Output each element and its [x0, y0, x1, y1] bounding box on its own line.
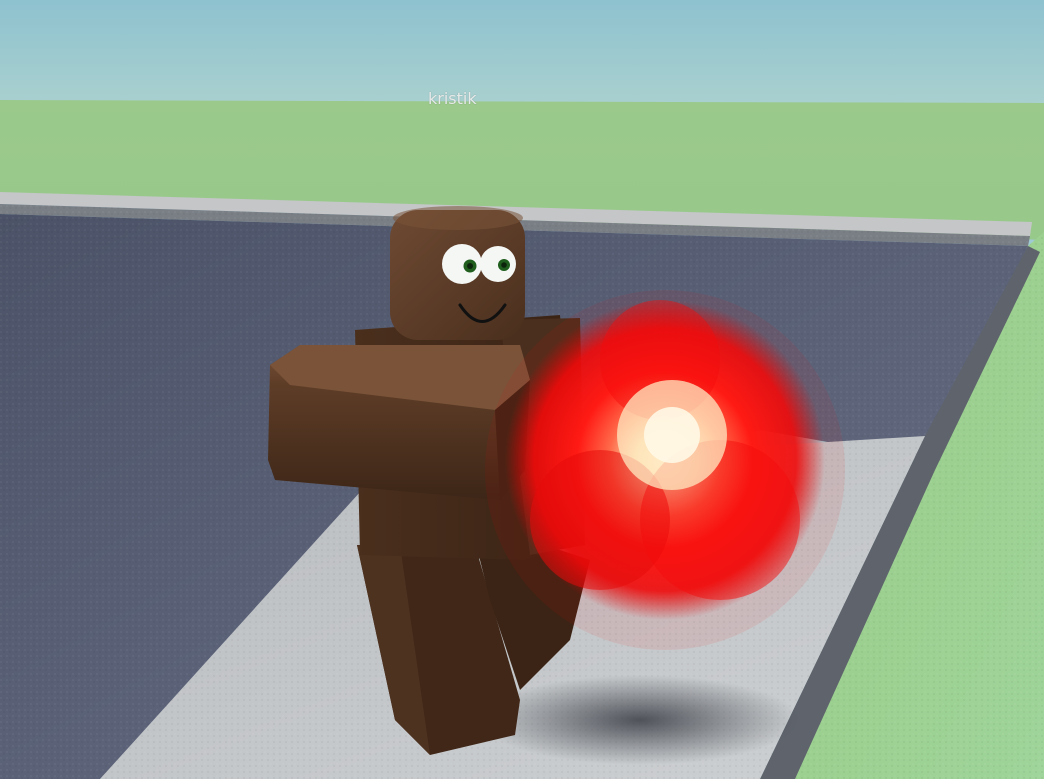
character-shadow — [480, 675, 800, 765]
game-viewport[interactable]: kristik — [0, 0, 1044, 779]
game-scene — [0, 0, 1044, 779]
player-nametag: kristik — [428, 89, 477, 108]
fireball-effect — [485, 290, 845, 650]
sky — [0, 0, 1044, 105]
